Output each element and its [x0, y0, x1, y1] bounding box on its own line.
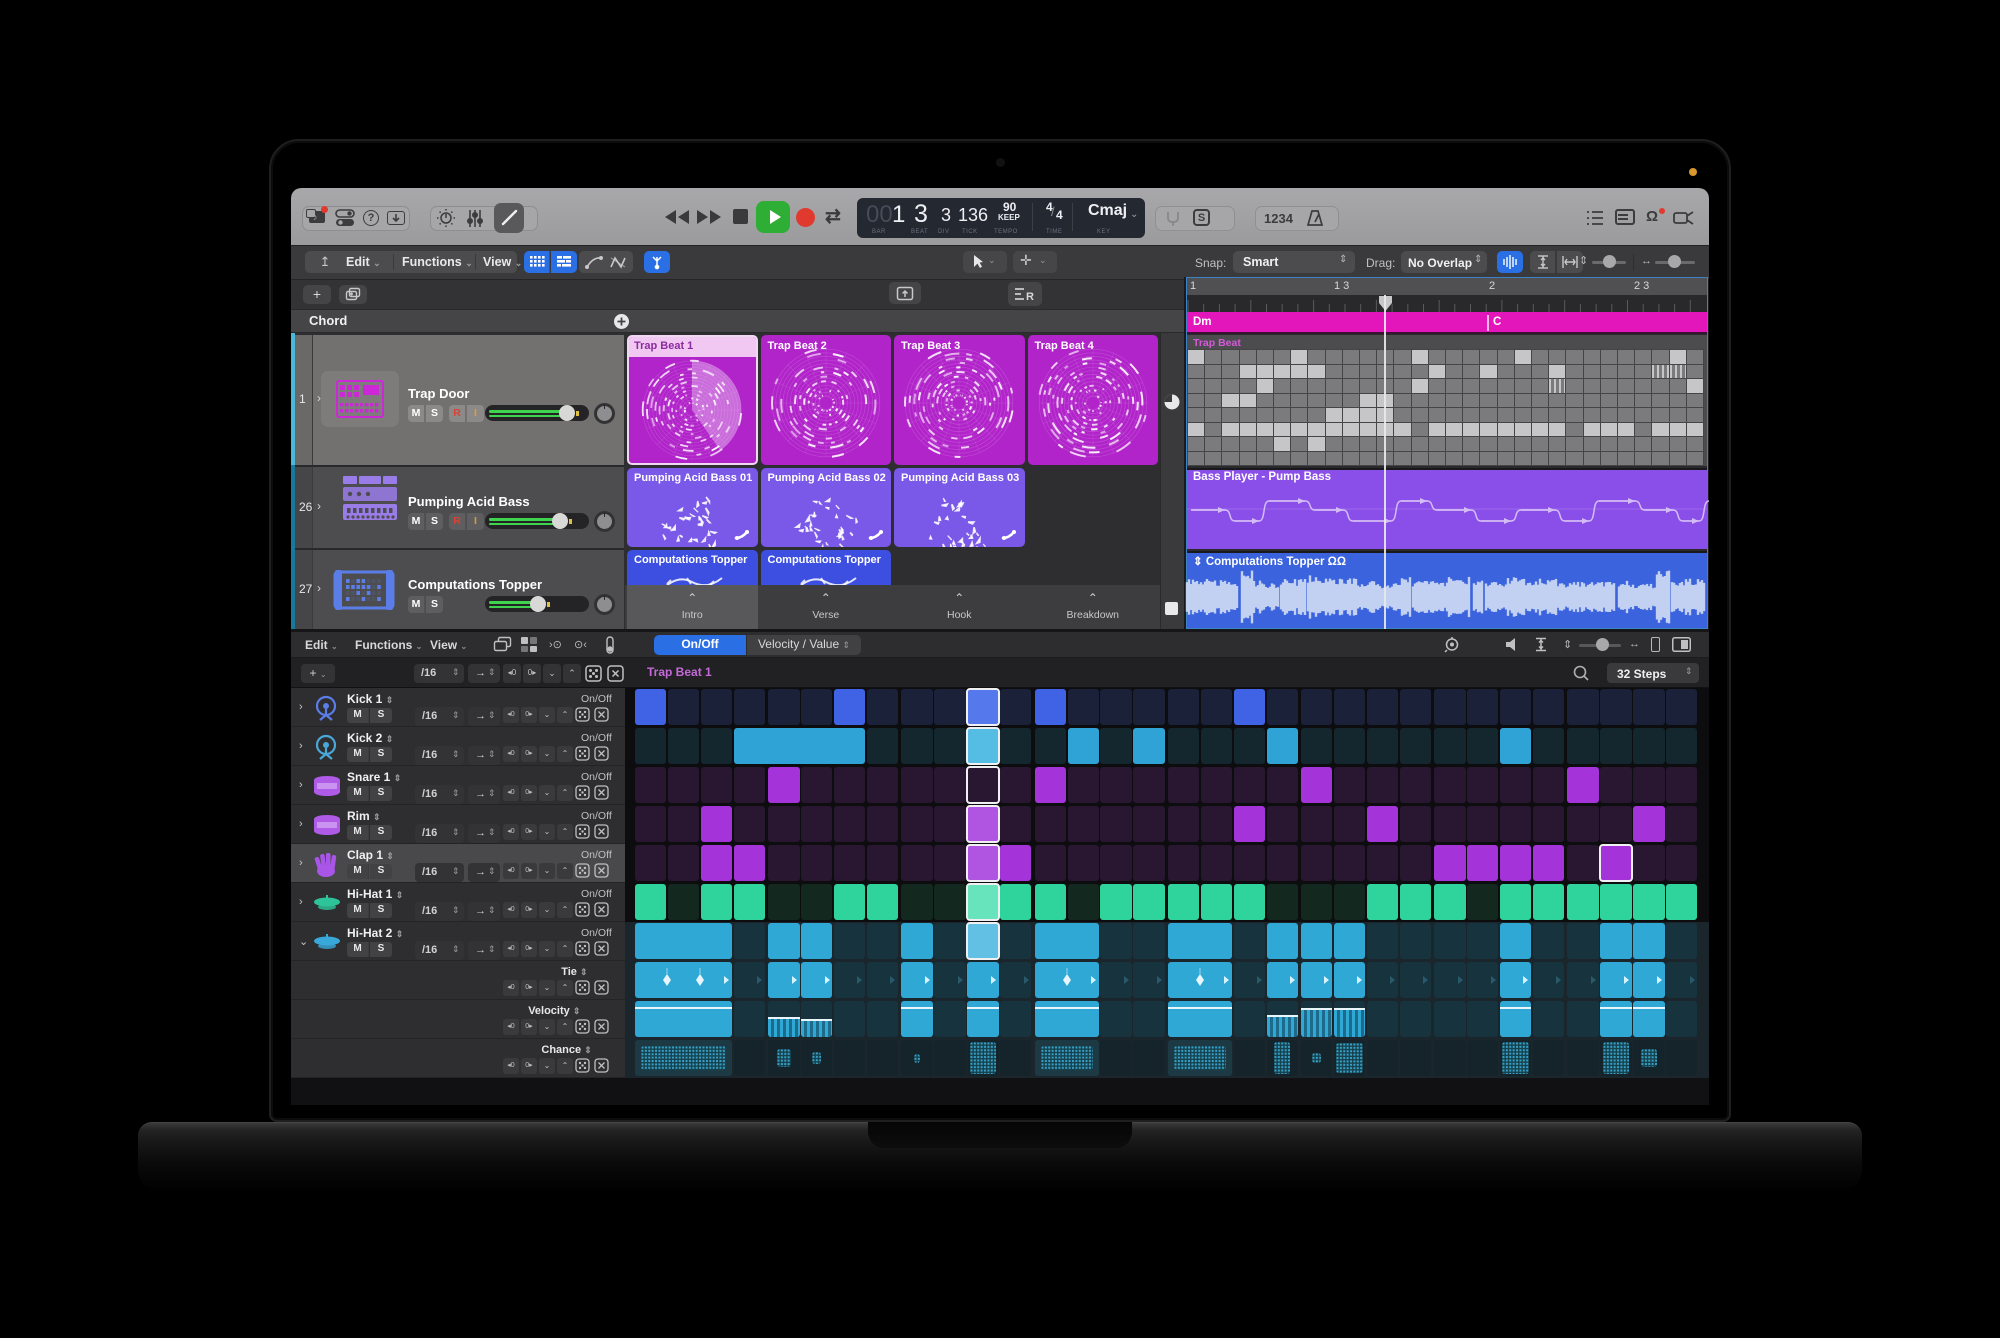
svg-text:R: R: [1026, 291, 1034, 303]
